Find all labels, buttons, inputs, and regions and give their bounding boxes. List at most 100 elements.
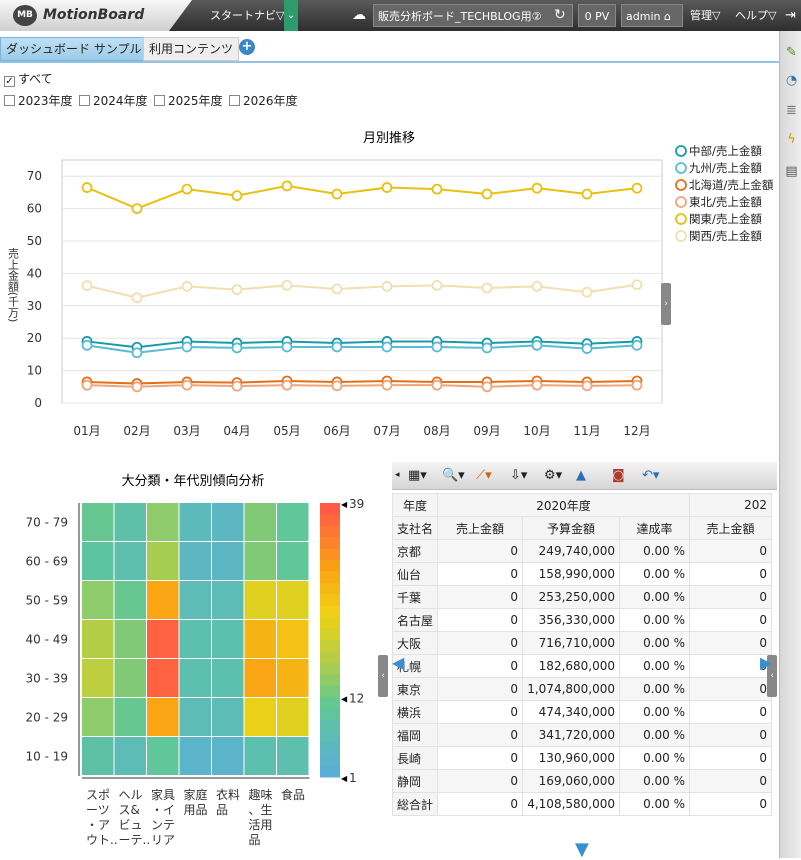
app-header: MB MotionBoard スタートナビ▽ ⌄ ☁ 販売分析ボード_TECHB… <box>0 0 801 31</box>
document-icon[interactable]: ▤ <box>784 164 799 179</box>
table-cell: 0 <box>437 585 524 609</box>
share-icon[interactable]: ▲ <box>576 467 586 484</box>
table-row[interactable]: 大阪 0 716,710,000 0.00 % 0 <box>391 631 773 655</box>
home-icon[interactable]: ⌂ <box>664 10 671 23</box>
table-cell: 0.00 % <box>619 677 691 701</box>
heatmap-cell <box>244 542 276 580</box>
checkbox-checked-icon[interactable]: ✓ <box>4 76 15 87</box>
data-point <box>581 343 593 354</box>
pencil-icon[interactable]: ✎ <box>784 45 799 60</box>
lightning-icon[interactable]: ϟ <box>784 132 799 147</box>
start-navi-menu[interactable]: スタートナビ▽ <box>210 0 284 31</box>
table-cell: 249,740,000 <box>522 539 621 563</box>
table-row[interactable]: 東京 0 1,074,800,000 0.00 % 0 <box>391 677 773 701</box>
table-row[interactable]: 長崎 0 130,960,000 0.00 % 0 <box>391 746 773 770</box>
info-icon[interactable]: ◙ <box>612 467 625 484</box>
table-row[interactable]: 千葉 0 253,250,000 0.00 % 0 <box>391 585 773 609</box>
pie-chart-icon[interactable]: ◔ <box>784 73 799 88</box>
table-cell: 0 <box>689 539 773 563</box>
help-menu[interactable]: ヘルプ▽ <box>735 0 776 31</box>
undo-icon[interactable]: ↶▾ <box>642 467 659 484</box>
filter-all-label: すべて <box>18 72 53 86</box>
heatmap-cell <box>244 503 276 541</box>
checkbox-icon[interactable] <box>4 95 15 106</box>
table-row[interactable]: 仙台 0 158,990,000 0.00 % 0 <box>391 562 773 586</box>
heatmap-cell <box>244 659 276 697</box>
app-logo[interactable]: MB MotionBoard <box>0 0 192 31</box>
data-point <box>181 183 193 195</box>
table-row[interactable]: 横浜 0 474,340,000 0.00 % 0 <box>391 700 773 724</box>
x-tick-label: 食品 <box>281 787 305 802</box>
filter-2026[interactable]: 2026年度 <box>229 92 298 109</box>
add-tab-icon[interactable]: + <box>239 39 255 55</box>
table-row[interactable]: 福岡 0 341,720,000 0.00 % 0 <box>391 723 773 747</box>
refresh-icon[interactable]: ↻ <box>554 0 566 31</box>
column-header: 売上金額 <box>689 516 773 540</box>
data-point <box>531 280 543 292</box>
heatmap-cell <box>114 503 146 541</box>
expand-chevron-icon[interactable]: ⌄ <box>284 0 298 31</box>
table-row[interactable]: 静岡 0 169,060,000 0.00 % 0 <box>391 769 773 793</box>
tab-dashboard-sample[interactable]: ダッシュボード サンプル <box>0 37 148 61</box>
heatmap-cell <box>244 698 276 736</box>
board-name[interactable]: 販売分析ボード_TECHBLOG用② <box>373 4 573 27</box>
scroll-left-arrow-icon[interactable]: ◀ <box>392 653 404 672</box>
checkbox-icon[interactable] <box>229 95 240 106</box>
filter-2024[interactable]: 2024年度 <box>79 92 148 109</box>
heatmap-cell <box>147 620 179 658</box>
left-panel-handle[interactable]: ‹ <box>378 655 388 697</box>
scale-marker-icon: ◀ <box>341 500 348 509</box>
table-row[interactable]: 総合計 0 4,108,580,000 0.00 % 0 <box>391 792 773 816</box>
search-filter-icon[interactable]: 🔍▾ <box>442 467 465 484</box>
user-button[interactable]: admin ⌂ <box>621 4 683 27</box>
tab-contents[interactable]: 利用コンテンツ <box>143 37 240 61</box>
chart-switch-icon[interactable]: ⟋▾ <box>476 467 492 484</box>
scroll-down-arrow-icon[interactable]: ▼ <box>575 839 589 860</box>
table-row[interactable]: 名古屋 0 356,330,000 0.00 % 0 <box>391 608 773 632</box>
panel-toggle-handle[interactable]: › <box>661 283 671 325</box>
data-point <box>181 280 193 292</box>
heatmap-cell <box>147 737 179 775</box>
database-icon[interactable]: ≣ <box>784 103 799 118</box>
logout-icon[interactable]: ⇥ <box>785 0 796 31</box>
x-tick-label: ・イ <box>151 803 175 817</box>
admin-menu[interactable]: 管理▽ <box>690 0 720 31</box>
table-row[interactable]: 札幌 0 182,680,000 0.00 % 0 <box>391 654 773 678</box>
scale-swatch <box>320 514 340 527</box>
table-cell: 0 <box>689 677 773 701</box>
export-icon[interactable]: ⇩▾ <box>510 467 527 484</box>
filter-2025[interactable]: 2025年度 <box>154 92 223 109</box>
x-tick-label: ウト.. <box>86 833 118 847</box>
x-tick-label: 12月 <box>623 424 650 438</box>
y-tick-label: 70 <box>27 169 42 183</box>
heatmap-cell <box>82 737 114 775</box>
checkbox-icon[interactable] <box>154 95 165 106</box>
pv-counter: 0 PV <box>578 4 616 27</box>
table-cell: 130,960,000 <box>522 746 621 770</box>
scale-swatch <box>320 640 340 652</box>
checkbox-icon[interactable] <box>79 95 90 106</box>
scale-swatch <box>320 537 340 550</box>
data-point <box>581 188 593 200</box>
table-cell: 0 <box>437 562 524 586</box>
data-point <box>381 379 393 391</box>
table-cell: 0 <box>437 631 524 655</box>
chat-icon[interactable]: ☁ <box>352 0 366 31</box>
filter-2023[interactable]: 2023年度 <box>4 92 73 109</box>
heatmap-cell <box>114 581 146 619</box>
settings-gear-icon[interactable]: ⚙▾ <box>544 467 562 484</box>
data-point <box>481 282 493 294</box>
table-row[interactable]: 京都 0 249,740,000 0.00 % 0 <box>391 539 773 563</box>
scale-swatch <box>320 525 340 538</box>
scale-swatch <box>320 548 340 561</box>
table-cell: 0 <box>689 608 773 632</box>
toolbar-handle-icon[interactable]: ◂ <box>395 467 400 484</box>
y-tick-label: 30 - 39 <box>26 672 69 686</box>
y-tick-label: 50 <box>27 234 42 248</box>
filter-all[interactable]: ✓ すべて <box>4 70 53 87</box>
scale-marker-icon: ◀ <box>341 774 348 783</box>
table-cell: 716,710,000 <box>522 631 621 655</box>
table-view-icon[interactable]: ▦▾ <box>408 467 427 484</box>
table-cell: 0.00 % <box>619 585 691 609</box>
scroll-right-arrow-icon[interactable]: ▶ <box>760 653 772 672</box>
